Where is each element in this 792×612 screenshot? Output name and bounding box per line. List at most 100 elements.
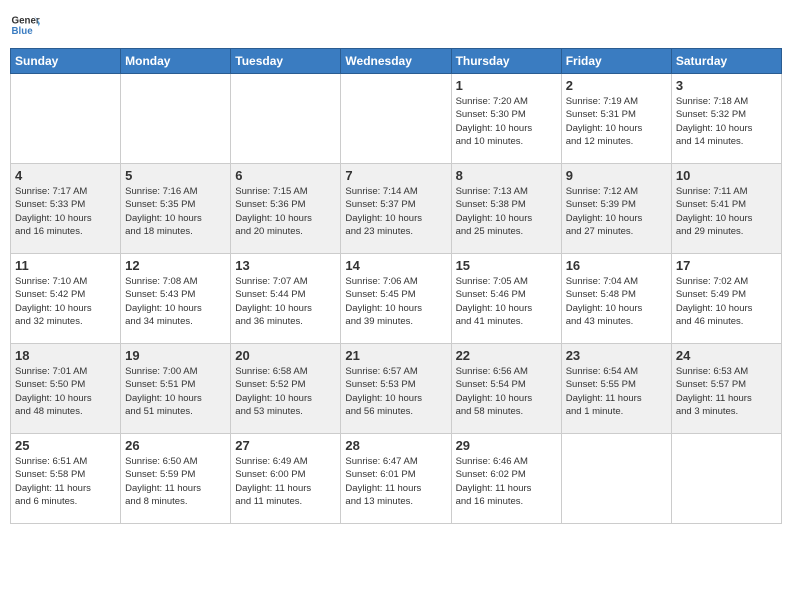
calendar-cell: 15 Sunrise: 7:05 AM Sunset: 5:46 PM Dayli… — [451, 254, 561, 344]
day-info: Sunrise: 7:12 AM Sunset: 5:39 PM Dayligh… — [566, 185, 667, 238]
day-info: Sunrise: 7:15 AM Sunset: 5:36 PM Dayligh… — [235, 185, 336, 238]
day-number: 28 — [345, 438, 446, 453]
day-number: 9 — [566, 168, 667, 183]
calendar-cell: 12 Sunrise: 7:08 AM Sunset: 5:43 PM Dayli… — [121, 254, 231, 344]
day-info: Sunrise: 7:18 AM Sunset: 5:32 PM Dayligh… — [676, 95, 777, 148]
calendar-cell: 13 Sunrise: 7:07 AM Sunset: 5:44 PM Dayli… — [231, 254, 341, 344]
day-info: Sunrise: 6:56 AM Sunset: 5:54 PM Dayligh… — [456, 365, 557, 418]
day-info: Sunrise: 7:05 AM Sunset: 5:46 PM Dayligh… — [456, 275, 557, 328]
day-info: Sunrise: 7:10 AM Sunset: 5:42 PM Dayligh… — [15, 275, 116, 328]
day-info: Sunrise: 7:17 AM Sunset: 5:33 PM Dayligh… — [15, 185, 116, 238]
calendar-cell — [671, 434, 781, 524]
calendar-cell: 8 Sunrise: 7:13 AM Sunset: 5:38 PM Daylig… — [451, 164, 561, 254]
day-number: 19 — [125, 348, 226, 363]
day-number: 20 — [235, 348, 336, 363]
header-wednesday: Wednesday — [341, 49, 451, 74]
calendar-cell: 26Sunrise: 6:50 AM Sunset: 5:59 PM Dayli… — [121, 434, 231, 524]
day-info: Sunrise: 6:58 AM Sunset: 5:52 PM Dayligh… — [235, 365, 336, 418]
day-info: Sunrise: 7:19 AM Sunset: 5:31 PM Dayligh… — [566, 95, 667, 148]
day-info: Sunrise: 6:49 AM Sunset: 6:00 PM Dayligh… — [235, 455, 336, 508]
calendar-cell: 6 Sunrise: 7:15 AM Sunset: 5:36 PM Daylig… — [231, 164, 341, 254]
day-number: 6 — [235, 168, 336, 183]
calendar-cell — [121, 74, 231, 164]
day-info: Sunrise: 6:47 AM Sunset: 6:01 PM Dayligh… — [345, 455, 446, 508]
day-number: 15 — [456, 258, 557, 273]
calendar-cell: 17Sunrise: 7:02 AM Sunset: 5:49 PM Dayli… — [671, 254, 781, 344]
day-number: 12 — [125, 258, 226, 273]
day-number: 16 — [566, 258, 667, 273]
calendar-cell: 25Sunrise: 6:51 AM Sunset: 5:58 PM Dayli… — [11, 434, 121, 524]
calendar-cell: 14 Sunrise: 7:06 AM Sunset: 5:45 PM Dayli… — [341, 254, 451, 344]
day-info: Sunrise: 7:08 AM Sunset: 5:43 PM Dayligh… — [125, 275, 226, 328]
day-number: 7 — [345, 168, 446, 183]
calendar-cell: 23 Sunrise: 6:54 AM Sunset: 5:55 PM Dayli… — [561, 344, 671, 434]
day-number: 21 — [345, 348, 446, 363]
day-number: 13 — [235, 258, 336, 273]
day-info: Sunrise: 7:01 AM Sunset: 5:50 PM Dayligh… — [15, 365, 116, 418]
calendar-cell: 29Sunrise: 6:46 AM Sunset: 6:02 PM Dayli… — [451, 434, 561, 524]
day-number: 18 — [15, 348, 116, 363]
day-info: Sunrise: 6:51 AM Sunset: 5:58 PM Dayligh… — [15, 455, 116, 508]
calendar-cell: 9 Sunrise: 7:12 AM Sunset: 5:39 PM Daylig… — [561, 164, 671, 254]
day-info: Sunrise: 7:06 AM Sunset: 5:45 PM Dayligh… — [345, 275, 446, 328]
calendar-cell: 28 Sunrise: 6:47 AM Sunset: 6:01 PM Dayli… — [341, 434, 451, 524]
calendar-cell: 11Sunrise: 7:10 AM Sunset: 5:42 PM Dayli… — [11, 254, 121, 344]
svg-text:General: General — [12, 16, 41, 27]
day-number: 14 — [345, 258, 446, 273]
day-number: 1 — [456, 78, 557, 93]
calendar-table: SundayMondayTuesdayWednesdayThursdayFrid… — [10, 48, 782, 524]
calendar-cell: 5 Sunrise: 7:16 AM Sunset: 5:35 PM Daylig… — [121, 164, 231, 254]
day-number: 2 — [566, 78, 667, 93]
logo: General Blue — [10, 10, 44, 40]
header-saturday: Saturday — [671, 49, 781, 74]
day-info: Sunrise: 7:20 AM Sunset: 5:30 PM Dayligh… — [456, 95, 557, 148]
calendar-cell — [11, 74, 121, 164]
logo-icon: General Blue — [10, 10, 40, 40]
day-info: Sunrise: 7:13 AM Sunset: 5:38 PM Dayligh… — [456, 185, 557, 238]
day-info: Sunrise: 7:16 AM Sunset: 5:35 PM Dayligh… — [125, 185, 226, 238]
svg-text:Blue: Blue — [12, 26, 34, 37]
calendar-cell: 20 Sunrise: 6:58 AM Sunset: 5:52 PM Dayli… — [231, 344, 341, 434]
header-tuesday: Tuesday — [231, 49, 341, 74]
day-info: Sunrise: 7:04 AM Sunset: 5:48 PM Dayligh… — [566, 275, 667, 328]
day-number: 27 — [235, 438, 336, 453]
day-info: Sunrise: 7:07 AM Sunset: 5:44 PM Dayligh… — [235, 275, 336, 328]
calendar-cell — [231, 74, 341, 164]
day-number: 24 — [676, 348, 777, 363]
calendar-header-row: SundayMondayTuesdayWednesdayThursdayFrid… — [11, 49, 782, 74]
header-sunday: Sunday — [11, 49, 121, 74]
day-number: 5 — [125, 168, 226, 183]
page-header: General Blue — [10, 10, 782, 40]
header-thursday: Thursday — [451, 49, 561, 74]
calendar-cell: 19 Sunrise: 7:00 AM Sunset: 5:51 PM Dayli… — [121, 344, 231, 434]
calendar-cell — [341, 74, 451, 164]
day-number: 3 — [676, 78, 777, 93]
calendar-week-3: 11Sunrise: 7:10 AM Sunset: 5:42 PM Dayli… — [11, 254, 782, 344]
calendar-cell: 18 Sunrise: 7:01 AM Sunset: 5:50 PM Dayli… — [11, 344, 121, 434]
day-info: Sunrise: 7:00 AM Sunset: 5:51 PM Dayligh… — [125, 365, 226, 418]
day-number: 22 — [456, 348, 557, 363]
day-number: 8 — [456, 168, 557, 183]
day-number: 29 — [456, 438, 557, 453]
calendar-cell: 7 Sunrise: 7:14 AM Sunset: 5:37 PM Daylig… — [341, 164, 451, 254]
calendar-cell — [561, 434, 671, 524]
day-info: Sunrise: 6:57 AM Sunset: 5:53 PM Dayligh… — [345, 365, 446, 418]
day-info: Sunrise: 6:50 AM Sunset: 5:59 PM Dayligh… — [125, 455, 226, 508]
calendar-cell: 1 Sunrise: 7:20 AM Sunset: 5:30 PM Daylig… — [451, 74, 561, 164]
calendar-cell: 4Sunrise: 7:17 AM Sunset: 5:33 PM Daylig… — [11, 164, 121, 254]
calendar-cell: 16 Sunrise: 7:04 AM Sunset: 5:48 PM Dayli… — [561, 254, 671, 344]
calendar-week-5: 25Sunrise: 6:51 AM Sunset: 5:58 PM Dayli… — [11, 434, 782, 524]
day-info: Sunrise: 7:14 AM Sunset: 5:37 PM Dayligh… — [345, 185, 446, 238]
day-number: 10 — [676, 168, 777, 183]
header-monday: Monday — [121, 49, 231, 74]
day-info: Sunrise: 6:54 AM Sunset: 5:55 PM Dayligh… — [566, 365, 667, 418]
day-number: 23 — [566, 348, 667, 363]
day-info: Sunrise: 6:53 AM Sunset: 5:57 PM Dayligh… — [676, 365, 777, 418]
calendar-cell: 24 Sunrise: 6:53 AM Sunset: 5:57 PM Dayli… — [671, 344, 781, 434]
calendar-week-4: 18 Sunrise: 7:01 AM Sunset: 5:50 PM Dayli… — [11, 344, 782, 434]
day-info: Sunrise: 7:11 AM Sunset: 5:41 PM Dayligh… — [676, 185, 777, 238]
calendar-week-1: 1 Sunrise: 7:20 AM Sunset: 5:30 PM Daylig… — [11, 74, 782, 164]
calendar-cell: 10 Sunrise: 7:11 AM Sunset: 5:41 PM Dayli… — [671, 164, 781, 254]
header-friday: Friday — [561, 49, 671, 74]
calendar-cell: 21 Sunrise: 6:57 AM Sunset: 5:53 PM Dayli… — [341, 344, 451, 434]
